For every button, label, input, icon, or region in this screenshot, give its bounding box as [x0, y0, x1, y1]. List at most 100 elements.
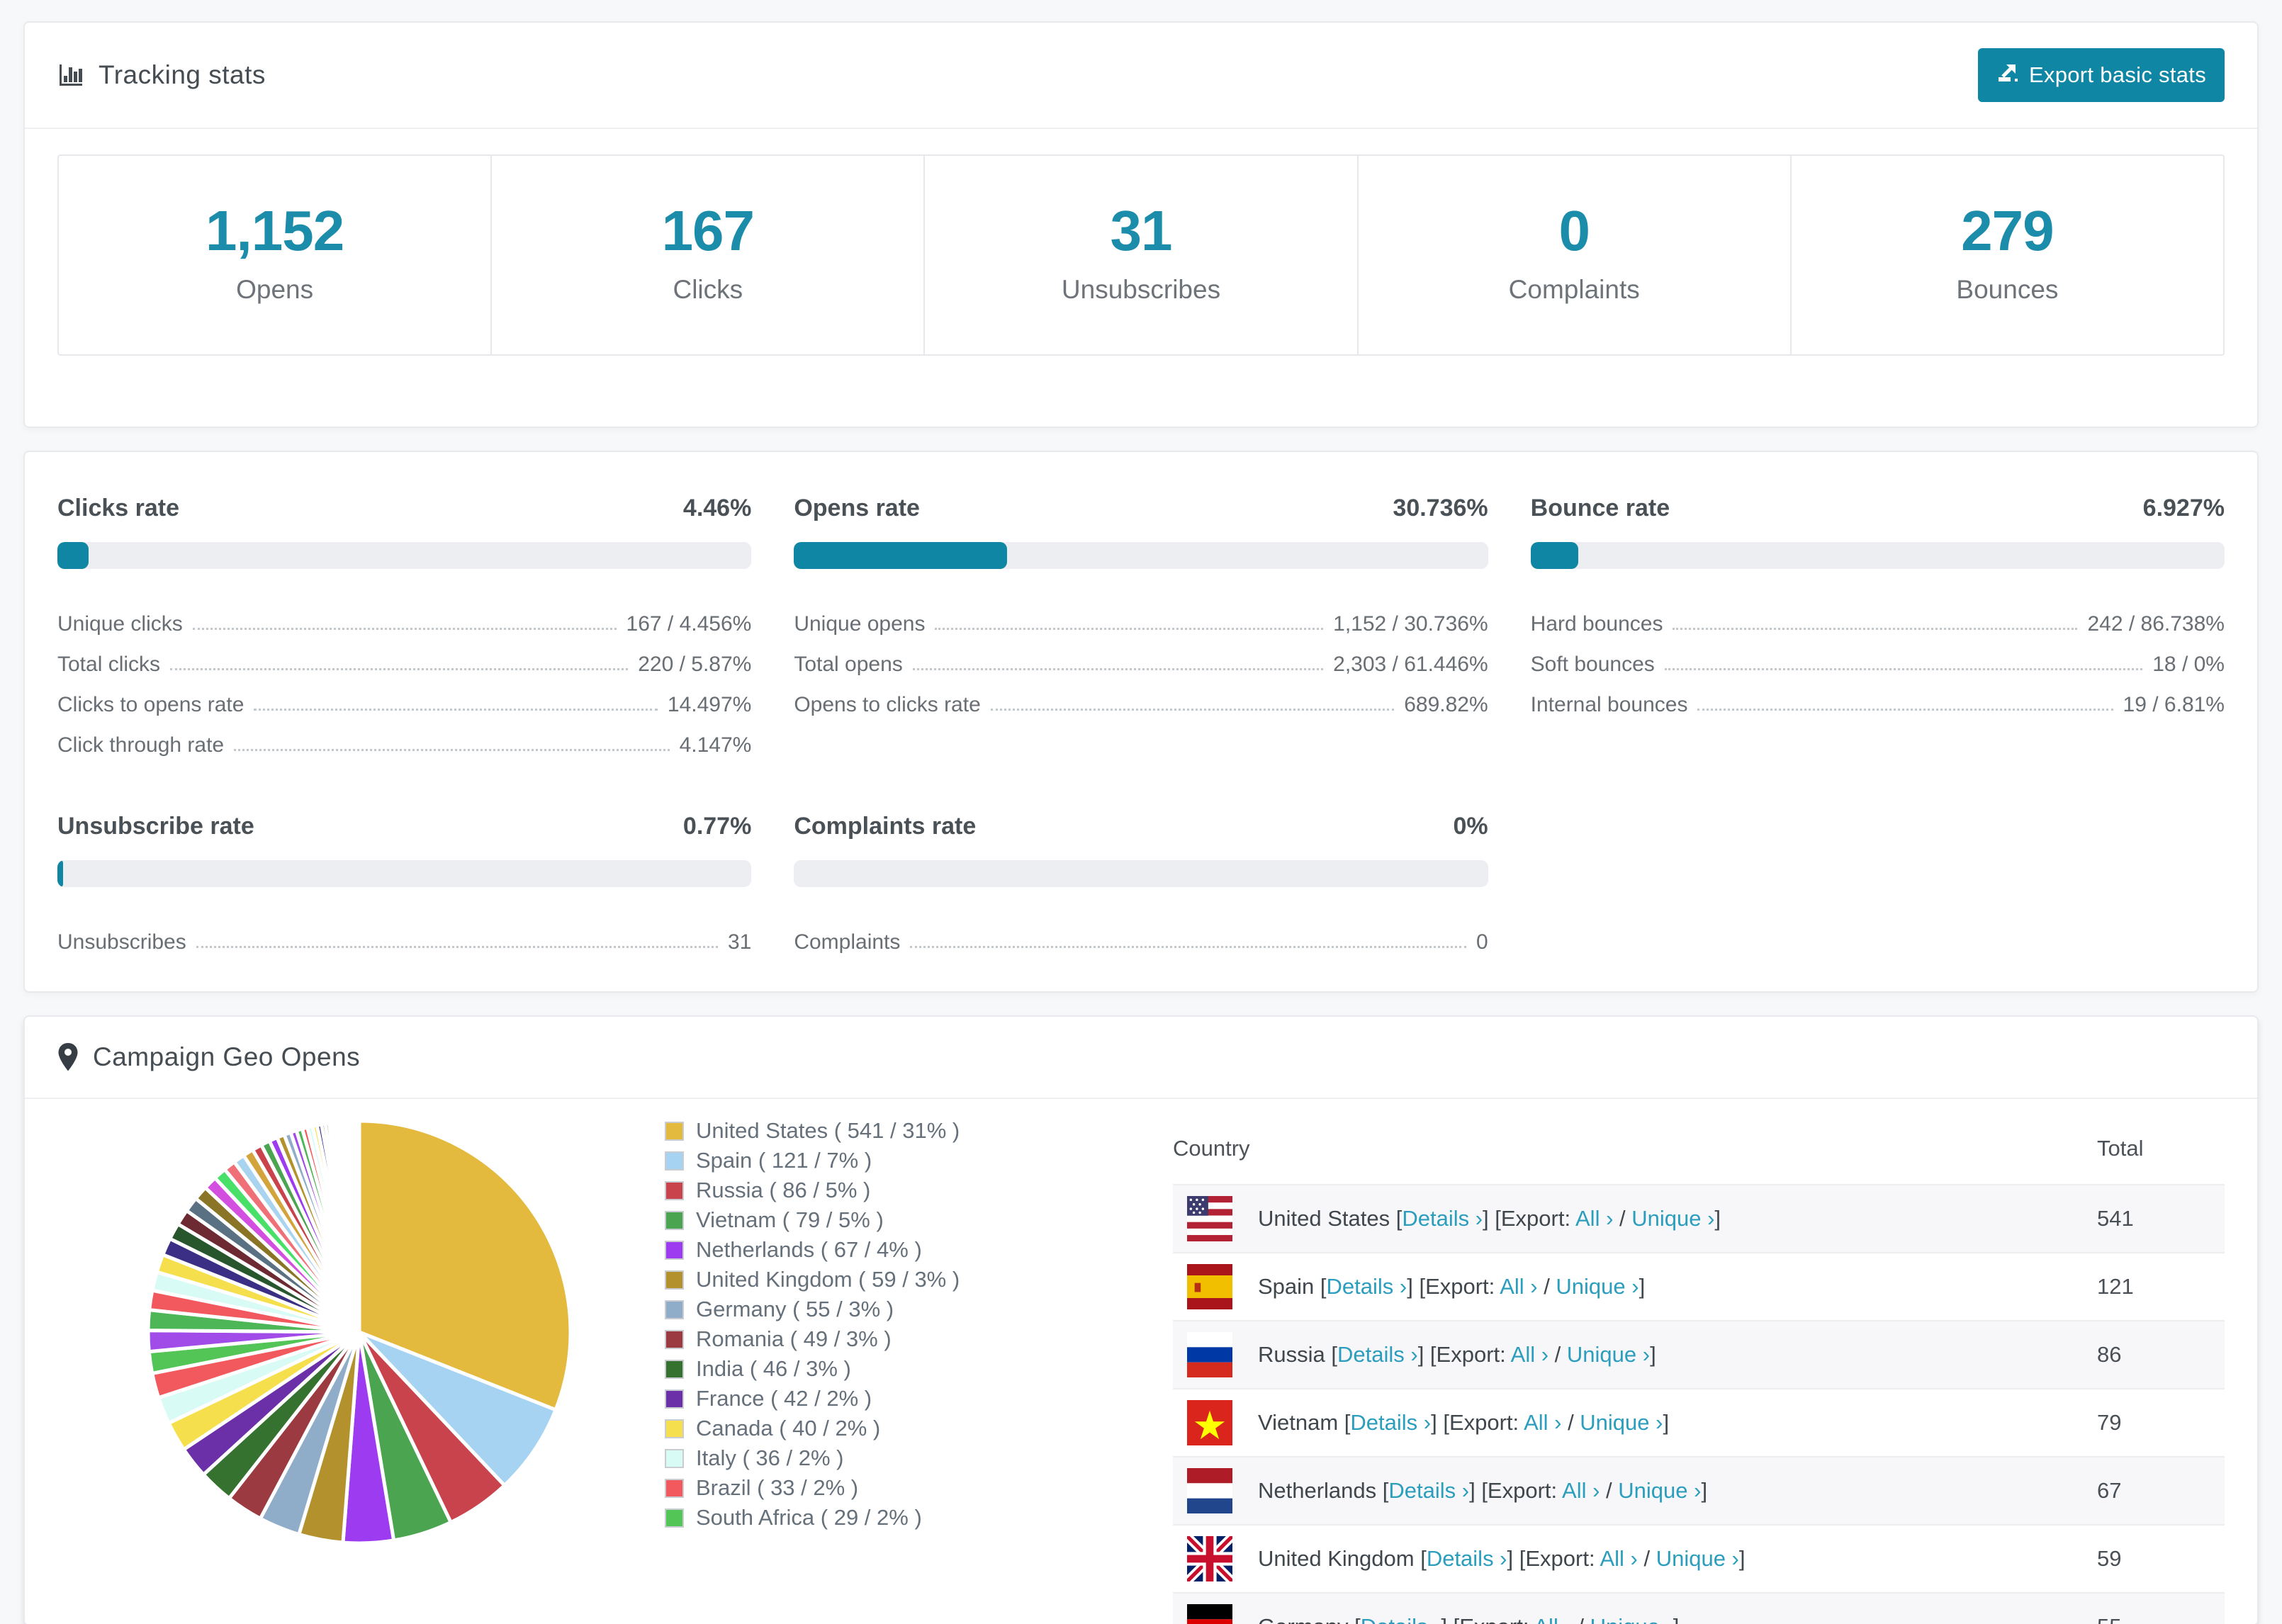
dotted-leader: [234, 749, 670, 751]
panel-title-text: Tracking stats: [99, 60, 266, 89]
rate-title: Bounce rate: [1530, 495, 1670, 521]
rate-detail-label: Total clicks: [57, 653, 161, 676]
rate-value: 30.736%: [1393, 495, 1488, 521]
legend-swatch: [665, 1419, 684, 1438]
export-unique-link[interactable]: Unique ›: [1590, 1614, 1673, 1624]
country-total: 67: [2097, 1456, 2225, 1526]
rate-title: Clicks rate: [57, 495, 179, 521]
details-link[interactable]: Details ›: [1327, 1274, 1407, 1299]
legend-label: Romania ( 49 / 3% ): [696, 1326, 892, 1351]
legend-item: Vietnam ( 79 / 5% ): [665, 1205, 1104, 1235]
legend-item: United Kingdom ( 59 / 3% ): [665, 1265, 1104, 1295]
dotted-leader: [912, 668, 1324, 670]
rate-detail-row: Unique clicks 167 / 4.456%: [57, 596, 751, 636]
details-link[interactable]: Details ›: [1337, 1342, 1418, 1367]
geo-content: United States ( 541 / 31% ) Spain ( 121 /…: [25, 1099, 2257, 1624]
flag-us-icon: [1187, 1196, 1232, 1241]
legend-swatch: [665, 1210, 684, 1230]
geo-pie-chart: [142, 1115, 577, 1550]
rate-detail-row: Total opens 2,303 / 61.446%: [794, 636, 1488, 677]
country-cell-text: Germany [Details ›] [Export: All › / Uni…: [1258, 1614, 1679, 1624]
legend-swatch: [665, 1359, 684, 1379]
country-cell-text: Netherlands [Details ›] [Export: All › /…: [1258, 1478, 1708, 1503]
legend-label: India ( 46 / 3% ): [696, 1356, 851, 1381]
rate-detail-label: Click through rate: [57, 733, 225, 757]
export-unique-link[interactable]: Unique ›: [1556, 1274, 1639, 1299]
legend-swatch: [665, 1478, 684, 1498]
dotted-leader: [170, 668, 629, 670]
export-all-link[interactable]: All ›: [1534, 1614, 1571, 1624]
rate-value: 4.46%: [682, 495, 752, 521]
stat-clicks: 167 Clicks: [490, 156, 923, 354]
country-total: 59: [2097, 1524, 2225, 1594]
export-unique-link[interactable]: Unique ›: [1580, 1410, 1663, 1435]
stat-complaints: 0 Complaints: [1356, 156, 1790, 354]
stat-label: Clicks: [673, 275, 743, 304]
details-link[interactable]: Details ›: [1361, 1614, 1441, 1624]
export-all-link[interactable]: All ›: [1562, 1478, 1600, 1503]
details-link[interactable]: Details ›: [1402, 1206, 1483, 1231]
export-unique-link[interactable]: Unique ›: [1631, 1206, 1714, 1231]
details-link[interactable]: Details ›: [1350, 1410, 1431, 1435]
rate-detail-value: 4.147%: [679, 733, 752, 757]
rate-detail-label: Complaints: [794, 930, 901, 954]
export-unique-link[interactable]: Unique ›: [1656, 1546, 1739, 1571]
rate-progress-bar: [794, 542, 1488, 569]
details-link[interactable]: Details ›: [1388, 1478, 1469, 1503]
legend-swatch: [665, 1240, 684, 1260]
geo-header: Campaign Geo Opens: [25, 1017, 2257, 1098]
export-all-link[interactable]: All ›: [1524, 1410, 1561, 1435]
export-all-link[interactable]: All ›: [1500, 1274, 1537, 1299]
rate-title: Complaints rate: [794, 813, 977, 840]
legend-item: Italy ( 36 / 2% ): [665, 1443, 1104, 1473]
export-all-link[interactable]: All ›: [1511, 1342, 1548, 1367]
rate-detail-label: Soft bounces: [1530, 653, 1655, 676]
stat-label: Opens: [236, 275, 314, 304]
geo-table: Country Total United States [Details ›] …: [1173, 1115, 2225, 1624]
rate-detail-row: Opens to clicks rate 689.82%: [794, 677, 1488, 717]
details-link[interactable]: Details ›: [1427, 1546, 1507, 1571]
rate-value: 6.927%: [2142, 495, 2225, 521]
export-icon: [1996, 61, 2019, 89]
country-name: Vietnam: [1258, 1410, 1339, 1435]
legend-label: United States ( 541 / 31% ): [696, 1118, 960, 1143]
country-total: 121: [2097, 1252, 2225, 1321]
stat-label: Bounces: [1956, 275, 2059, 304]
dotted-leader: [990, 709, 1395, 711]
flag-gb-icon: [1187, 1536, 1232, 1581]
geo-legend: United States ( 541 / 31% ) Spain ( 121 /…: [665, 1116, 1104, 1533]
legend-swatch: [665, 1270, 684, 1290]
legend-swatch: [665, 1180, 684, 1200]
stats-row: 1,152 Opens 167 Clicks 31 Unsubscribes 0 Compla…: [57, 154, 2225, 356]
legend-label: Vietnam ( 79 / 5% ): [696, 1207, 884, 1232]
export-basic-stats-button[interactable]: Export basic stats: [1977, 48, 2225, 102]
stat-bounces: 279 Bounces: [1789, 156, 2223, 354]
geo-table-header-row: Country Total: [1173, 1115, 2225, 1185]
country-total: 86: [2097, 1320, 2225, 1389]
geo-table-row-us: United States [Details ›] [Export: All ›…: [1173, 1184, 2225, 1253]
rate-detail-value: 31: [727, 930, 752, 954]
stat-value: 1,152: [206, 199, 344, 262]
rate-progress-fill: [794, 542, 1008, 569]
rate-value: 0%: [1453, 813, 1488, 840]
stat-value: 167: [661, 199, 755, 262]
rate-progress-bar: [794, 860, 1488, 887]
country-column-header: Country: [1173, 1136, 1250, 1161]
total-column-header: Total: [2097, 1136, 2144, 1161]
header-divider: [25, 128, 2257, 129]
rate-block-clicks-rate: Clicks rate 4.46% Unique clicks 167 / 4.456…: [57, 495, 752, 757]
legend-label: Canada ( 40 / 2% ): [696, 1416, 881, 1440]
country-total: 79: [2097, 1388, 2225, 1457]
rate-block-complaints-rate: Complaints rate 0% Complaints 0: [794, 813, 1488, 954]
rate-detail-label: Internal bounces: [1530, 693, 1688, 716]
export-all-link[interactable]: All ›: [1575, 1206, 1613, 1231]
geo-table-row-de: Germany [Details ›] [Export: All › / Uni…: [1173, 1592, 2225, 1624]
export-unique-link[interactable]: Unique ›: [1618, 1478, 1701, 1503]
dotted-leader: [192, 628, 617, 630]
stat-value: 0: [1558, 199, 1590, 262]
rate-detail-label: Opens to clicks rate: [794, 693, 981, 716]
export-all-link[interactable]: All ›: [1600, 1546, 1637, 1571]
export-unique-link[interactable]: Unique ›: [1567, 1342, 1650, 1367]
country-cell-text: Vietnam [Details ›] [Export: All › / Uni…: [1258, 1410, 1670, 1435]
country-cell-text: United States [Details ›] [Export: All ›…: [1258, 1206, 1721, 1231]
